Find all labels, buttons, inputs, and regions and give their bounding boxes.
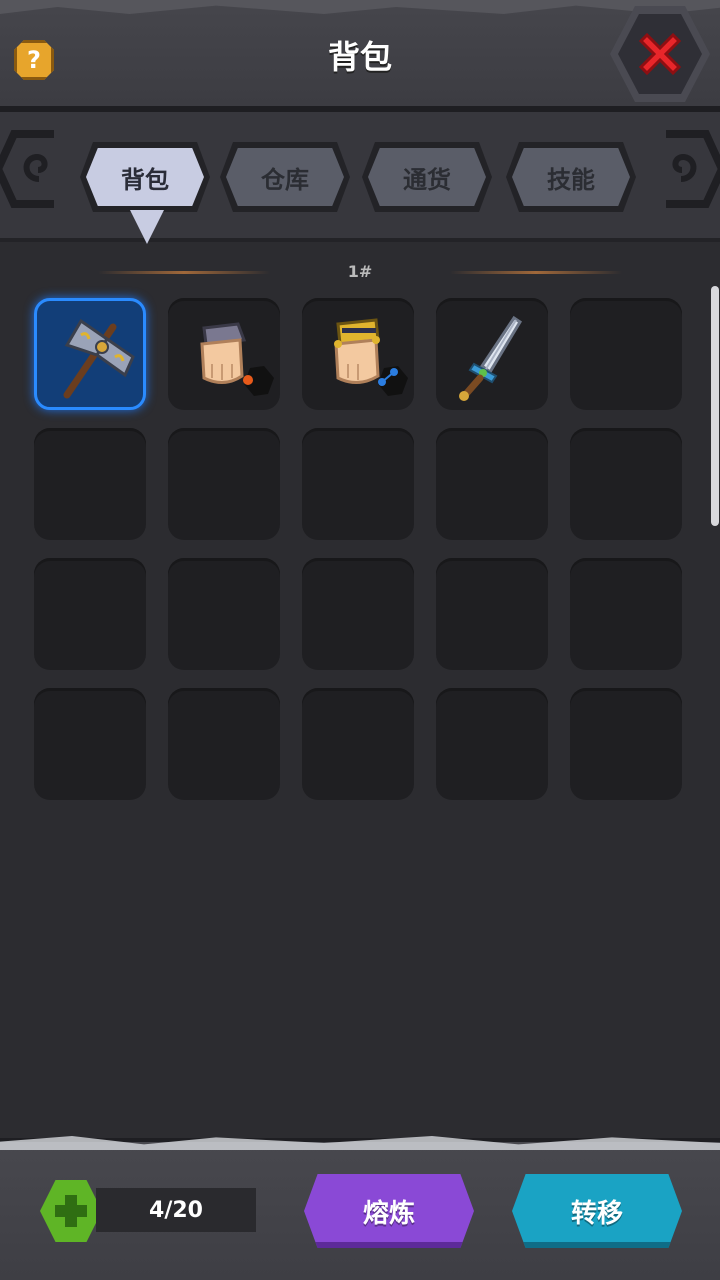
expand-capacity-button[interactable] xyxy=(40,1180,102,1242)
inventory-slot-battle-axe[interactable] xyxy=(34,298,146,410)
inventory-slot-glove-gold[interactable] xyxy=(302,298,414,410)
tab-warehouse[interactable]: 仓库 xyxy=(220,142,350,212)
sword-icon xyxy=(459,315,523,401)
inventory-slot-empty[interactable] xyxy=(436,688,548,800)
inventory-slot-empty[interactable] xyxy=(436,428,548,540)
swirl-ornament-left-icon xyxy=(0,130,54,208)
close-icon xyxy=(638,32,682,76)
close-button[interactable] xyxy=(610,6,710,102)
glove-gold-icon xyxy=(334,318,408,396)
tab-skills[interactable]: 技能 xyxy=(506,142,636,212)
swirl-ornament-right-icon xyxy=(666,130,720,208)
smelt-button[interactable]: 熔炼 xyxy=(304,1174,474,1248)
inventory-slot-empty[interactable] xyxy=(302,558,414,670)
inventory-slot-empty[interactable] xyxy=(34,558,146,670)
tab-currency[interactable]: 通货 xyxy=(362,142,492,212)
plus-icon xyxy=(55,1195,87,1227)
inventory-slot-empty[interactable] xyxy=(168,558,280,670)
inventory-slot-empty[interactable] xyxy=(570,688,682,800)
header-bar: ? 背包 xyxy=(0,0,720,112)
capacity-counter: 4/20 xyxy=(96,1188,256,1232)
inventory-slot-empty[interactable] xyxy=(570,298,682,410)
inventory-slot-empty[interactable] xyxy=(168,428,280,540)
inventory-slot-empty[interactable] xyxy=(436,558,548,670)
battle-axe-icon xyxy=(63,318,135,399)
page-indicator: 1# xyxy=(347,262,373,281)
glove-leather-icon xyxy=(200,322,274,396)
scrollbar[interactable] xyxy=(711,286,719,526)
tab-bar: 背包 仓库 通货 技能 xyxy=(0,112,720,242)
inventory-slot-glove-leather[interactable] xyxy=(168,298,280,410)
inventory-slot-empty[interactable] xyxy=(302,688,414,800)
inventory-grid xyxy=(34,298,684,800)
transfer-button[interactable]: 转移 xyxy=(512,1174,682,1248)
tab-backpack[interactable]: 背包 xyxy=(80,142,210,212)
inventory-slot-empty[interactable] xyxy=(34,688,146,800)
bottom-bar: 4/20 熔炼 转移 xyxy=(0,1138,720,1280)
inventory-slot-empty[interactable] xyxy=(570,428,682,540)
inventory-slot-empty[interactable] xyxy=(34,428,146,540)
inventory-slot-empty[interactable] xyxy=(570,558,682,670)
inventory-slot-empty[interactable] xyxy=(302,428,414,540)
inventory-slot-sword[interactable] xyxy=(436,298,548,410)
inventory-slot-empty[interactable] xyxy=(168,688,280,800)
